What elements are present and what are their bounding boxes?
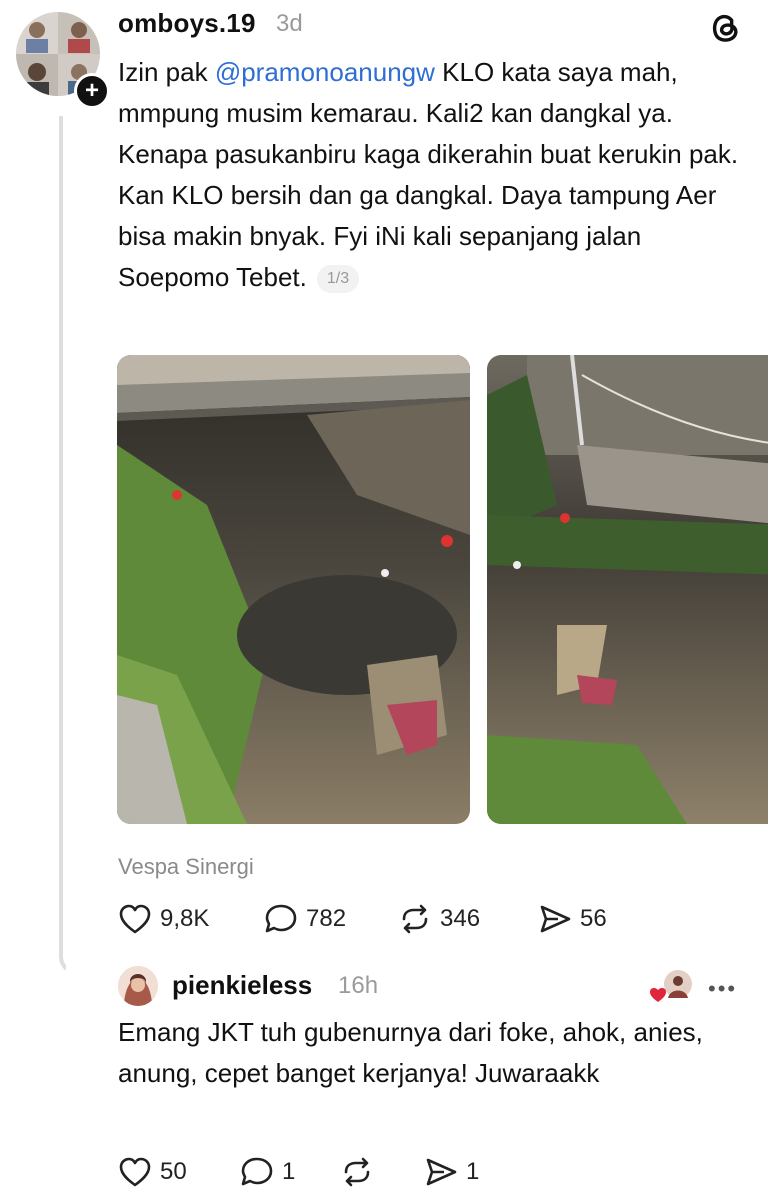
- follow-plus-icon[interactable]: +: [74, 73, 110, 109]
- photo-credit: Vespa Sinergi: [118, 854, 254, 879]
- post-text-part: KLO kata saya mah, mmpung musim kemarau.…: [118, 57, 739, 292]
- post-text-part: Izin pak: [118, 57, 215, 87]
- repost-icon: [344, 1157, 370, 1187]
- post-photo-2[interactable]: [487, 355, 768, 824]
- post-text: Izin pak @pramonoanungw KLO kata saya ma…: [118, 52, 758, 298]
- reply-like-count: 50: [160, 1158, 187, 1185]
- reply-button[interactable]: 782: [264, 903, 346, 935]
- like-button[interactable]: 9,8K: [118, 903, 209, 935]
- liked-by-author-icon: [650, 970, 692, 1002]
- post-timestamp: 3d: [276, 10, 303, 37]
- reply-repost-button[interactable]: [340, 1156, 374, 1188]
- repost-button[interactable]: 346: [398, 903, 480, 935]
- reply-share-count: 1: [466, 1158, 480, 1185]
- repost-icon: [402, 904, 428, 934]
- comment-icon: [241, 1157, 273, 1186]
- heart-icon: [119, 1157, 151, 1187]
- thread-connector-line: [59, 116, 66, 971]
- comment-icon: [265, 904, 297, 933]
- mention-link[interactable]: @pramonoanungw: [215, 57, 435, 87]
- send-icon: [426, 1158, 457, 1186]
- reply-like-button[interactable]: 50: [118, 1156, 187, 1188]
- threads-logo-icon[interactable]: [706, 8, 744, 46]
- like-count: 9,8K: [160, 905, 210, 932]
- reply-count: 782: [306, 905, 347, 932]
- author-username[interactable]: omboys.19: [118, 8, 256, 39]
- reply-timestamp: 16h: [338, 972, 379, 999]
- post-photo-1[interactable]: [117, 355, 470, 824]
- reply-share-button[interactable]: 1: [424, 1156, 479, 1188]
- heart-icon: [119, 904, 151, 934]
- repost-count: 346: [440, 905, 481, 932]
- reply-reply-count: 1: [282, 1158, 296, 1185]
- reply-author-avatar[interactable]: [118, 966, 158, 1006]
- send-icon: [540, 905, 571, 933]
- page-indicator: 1/3: [316, 265, 360, 294]
- share-count: 56: [580, 905, 607, 932]
- more-icon[interactable]: •••: [708, 976, 737, 1002]
- share-button[interactable]: 56: [538, 903, 607, 935]
- reply-text: Emang JKT tuh gubenurnya dari foke, ahok…: [118, 1017, 703, 1088]
- reply-reply-button[interactable]: 1: [240, 1156, 295, 1188]
- reply-username[interactable]: pienkieless: [172, 970, 312, 1001]
